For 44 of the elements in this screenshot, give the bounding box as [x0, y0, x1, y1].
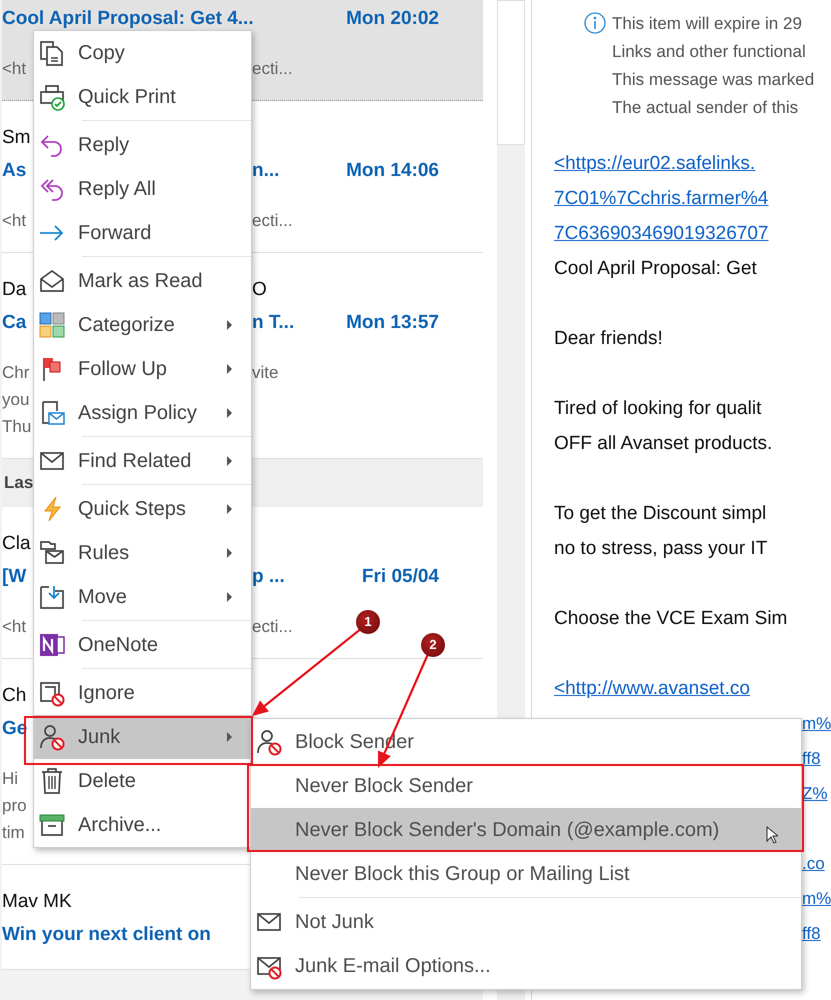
mail-preview: ecti... — [252, 58, 293, 78]
body-text: < — [554, 677, 566, 701]
sender-name: Sm — [2, 126, 30, 148]
mail-preview: vite — [252, 362, 278, 382]
body-text: Choose the VCE Exam Sim — [554, 607, 788, 631]
mail-subject: Ca — [2, 312, 26, 334]
mail-preview: ecti... — [252, 210, 293, 230]
mail-time: Fri 05/04 — [360, 566, 439, 588]
mail-preview: tim — [2, 822, 25, 842]
mail-preview: ecti... — [252, 616, 293, 636]
mail-time: Mon 14:06 — [345, 160, 439, 182]
mail-subject: As — [2, 160, 26, 182]
sender-name: O — [252, 278, 267, 300]
body-text: Cool April Proposal: Get — [554, 257, 757, 281]
body-text: Dear friends! — [554, 327, 663, 351]
body-text: no to stress, pass your IT — [554, 537, 768, 561]
info-line: This message was marked — [612, 69, 814, 91]
mail-preview: <ht — [2, 616, 26, 636]
sender-name: Mav MK — [2, 890, 72, 912]
mail-subject: n... — [252, 160, 280, 182]
mail-subject: n T... — [252, 312, 294, 334]
mail-preview: <ht — [2, 210, 26, 230]
mail-preview: you — [2, 390, 30, 410]
mail-preview: Chr — [2, 362, 30, 382]
body-text: Tired of looking for qualit — [554, 397, 762, 421]
info-line: This item will expire in 29 — [612, 13, 803, 35]
mail-preview: Thu — [2, 416, 32, 436]
body-text: To get the Discount simpl — [554, 502, 766, 526]
body-text: < — [554, 152, 566, 176]
mail-subject: Cool April Proposal: Get 4... — [2, 8, 254, 30]
mail-time: Mon 13:57 — [345, 312, 439, 334]
sender-name: Cla — [2, 532, 31, 554]
mail-preview: Hi — [2, 768, 18, 788]
mail-subject: Win your next client on — [2, 924, 211, 946]
mail-subject: [W — [2, 566, 26, 588]
mail-subject: p ... — [252, 566, 285, 588]
mail-preview: <ht — [2, 58, 26, 78]
sender-name: Da — [2, 278, 26, 300]
body-text: OFF all Avanset products. — [554, 432, 772, 456]
mail-time: Mon 20:02 — [345, 8, 439, 30]
sender-name: Ch — [2, 684, 26, 706]
info-line: Links and other functional — [612, 41, 807, 63]
info-line: The actual sender of this — [612, 97, 800, 119]
mail-preview: pro — [2, 796, 27, 816]
